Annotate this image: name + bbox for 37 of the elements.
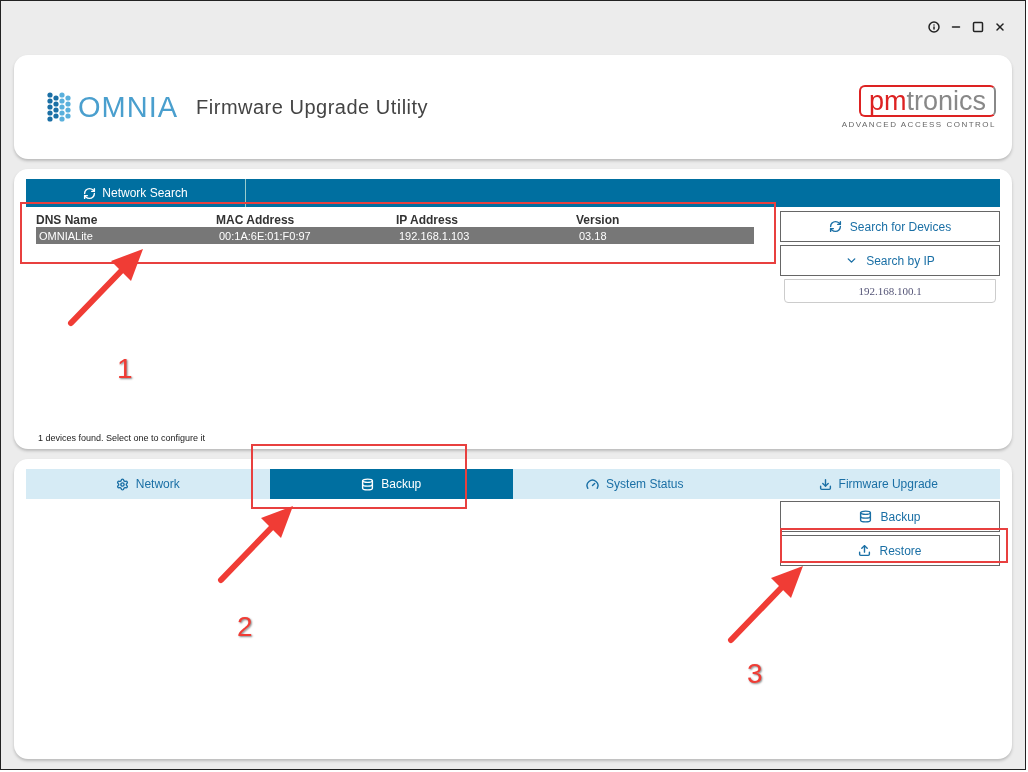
column-header: DNS Name: [36, 213, 99, 227]
backup-button[interactable]: Backup: [780, 501, 1000, 532]
step-number: 2: [237, 611, 253, 643]
config-tab[interactable]: Firmware Upgrade: [756, 469, 1000, 499]
database-icon: [859, 510, 873, 523]
upload-icon: [858, 544, 872, 557]
step-number: 1: [117, 353, 133, 385]
company-logo: pmtronics: [858, 85, 996, 117]
status-text: 1 devices found. Select one to configure it: [37, 433, 207, 443]
table-cell-text: OMNIALite: [38, 229, 94, 242]
search-button[interactable]: Search by IP: [780, 245, 1000, 276]
maximize-icon[interactable]: [972, 21, 984, 33]
product-logo: OMNIA: [78, 90, 179, 124]
info-icon[interactable]: [928, 21, 940, 33]
restore-button[interactable]: Restore: [780, 535, 1000, 566]
config-tab[interactable]: System Status: [513, 469, 757, 499]
column-header: IP Address: [396, 213, 460, 227]
config-tab[interactable]: Backup: [269, 469, 513, 499]
gauge-icon: [586, 477, 600, 491]
table-cell-text: 192.168.1.103: [398, 229, 471, 242]
company-tagline: ADVANCED ACCESS CONTROL: [841, 120, 996, 129]
table-cell-text: 00:1A:6E:01:F0:97: [218, 229, 312, 242]
search-button[interactable]: Search for Devices: [780, 211, 1000, 242]
step-number: 3: [747, 658, 763, 690]
config-tab[interactable]: Network: [26, 469, 270, 499]
app-title: Firmware Upgrade Utility: [196, 95, 430, 119]
download-icon: [818, 477, 832, 491]
column-header: MAC Address: [216, 213, 296, 227]
refresh-icon: [83, 186, 97, 200]
gear-icon: [115, 477, 129, 491]
ip-input-field[interactable]: 192.168.100.1: [784, 279, 996, 303]
column-header: Version: [576, 213, 621, 227]
refresh-icon: [828, 220, 842, 233]
device-row[interactable]: OMNIALite 00:1A:6E:01:F0:97 192.168.1.103 03.18: [36, 227, 754, 244]
table-cell-text: 03.18: [578, 229, 608, 242]
close-icon[interactable]: [994, 21, 1006, 33]
database-icon: [361, 477, 375, 491]
